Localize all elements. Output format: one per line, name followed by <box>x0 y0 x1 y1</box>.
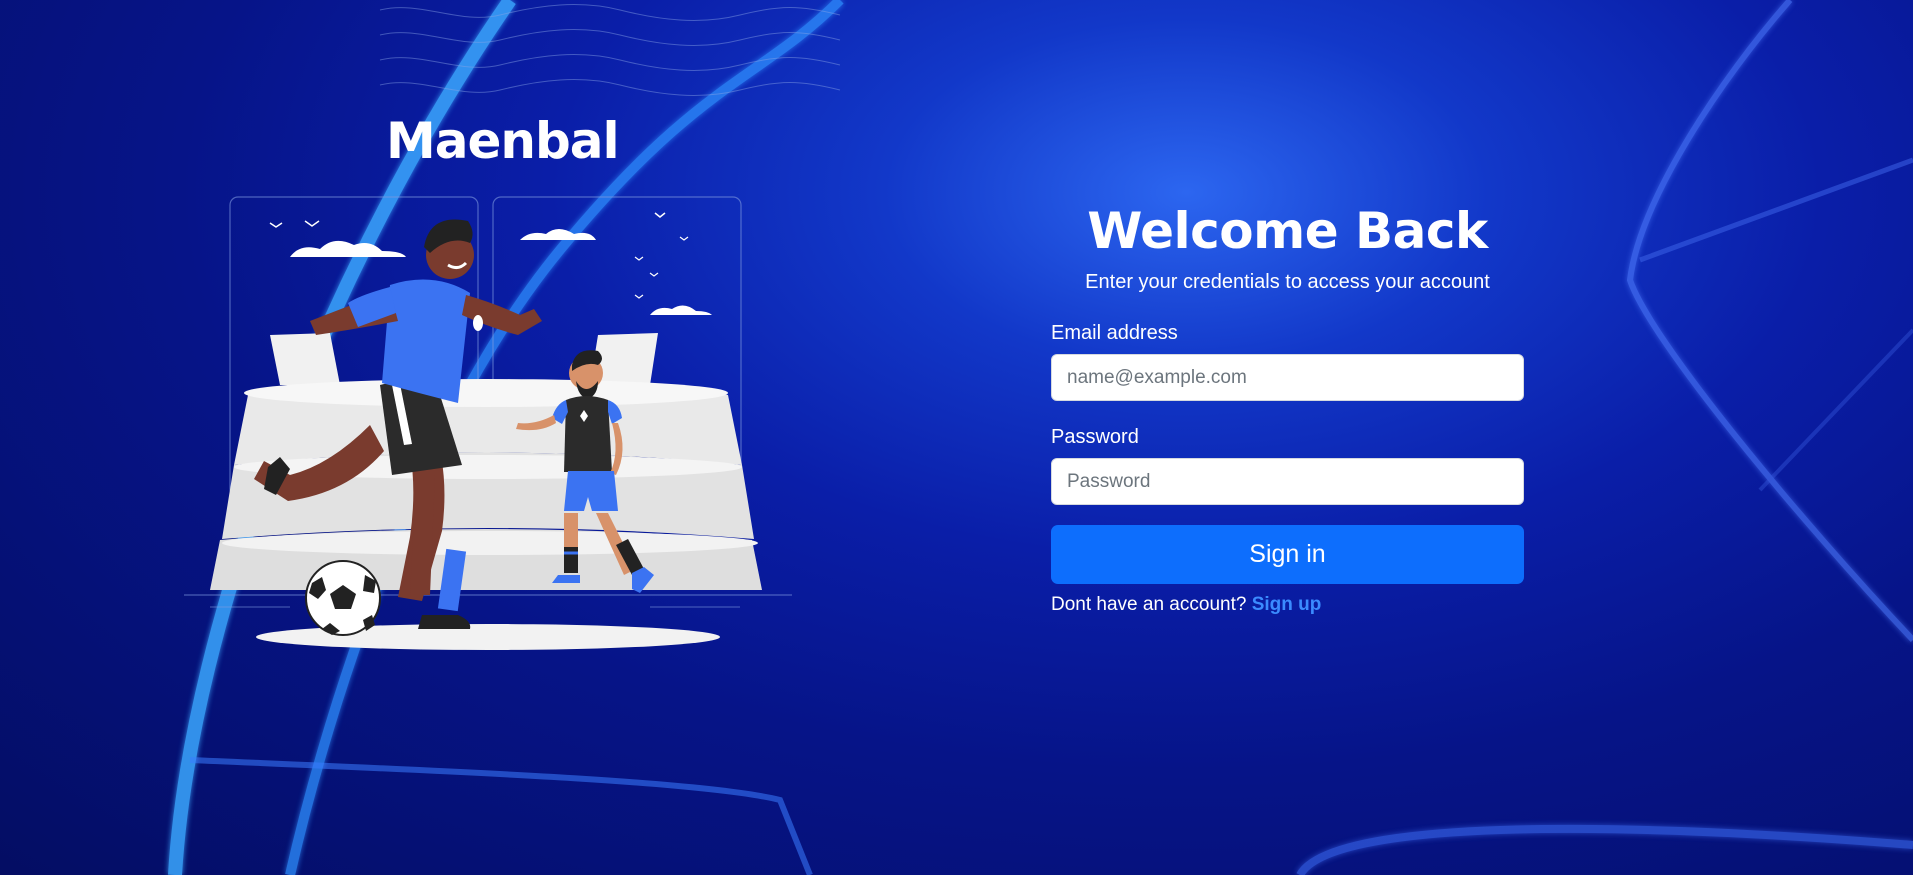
login-subtitle: Enter your credentials to access your ac… <box>1085 271 1490 293</box>
email-input[interactable] <box>1051 354 1524 401</box>
signup-prompt: Dont have an account? <box>1051 594 1247 615</box>
sign-up-link[interactable]: Sign up <box>1252 594 1322 615</box>
password-input[interactable] <box>1051 458 1524 505</box>
sign-in-button[interactable]: Sign in <box>1051 525 1524 584</box>
signup-line: Dont have an account? Sign up <box>1051 592 1524 618</box>
login-page: Maenbal Welcome Back Enter your credenti… <box>0 0 1913 875</box>
brand-title: Maenbal <box>386 112 620 170</box>
welcome-heading: Welcome Back <box>1087 202 1488 260</box>
password-label: Password <box>1051 426 1139 448</box>
login-form: Welcome Back Enter your credentials to a… <box>1051 196 1524 618</box>
email-label: Email address <box>1051 322 1178 344</box>
soccer-players-illustration <box>184 196 792 650</box>
